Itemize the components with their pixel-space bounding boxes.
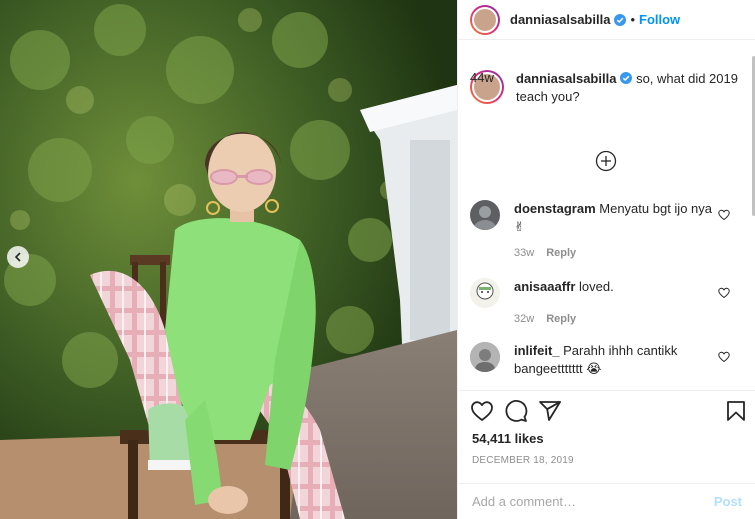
post-photo[interactable] (0, 0, 457, 519)
comment-time[interactable]: 32w (514, 313, 534, 325)
comment-item: doenstagram Menyatu bgt ijo nya ✌ 33w Rep… (470, 200, 746, 262)
comment-time[interactable]: 33w (514, 247, 534, 259)
likes-count[interactable]: 54,411 likes (472, 431, 544, 446)
commenter-username[interactable]: doenstagram (514, 201, 596, 216)
commenter-avatar[interactable] (470, 342, 500, 372)
reply-button[interactable]: Reply (546, 313, 576, 325)
bookmark-icon[interactable] (724, 399, 748, 423)
instagram-post-modal: danniasalsabilla • Follow danniasalsabil… (0, 0, 755, 519)
chevron-left-icon (15, 252, 21, 262)
comment-input[interactable] (472, 494, 714, 509)
post-actions: 54,411 likes DECEMBER 18, 2019 (458, 390, 755, 466)
heart-icon[interactable] (718, 209, 730, 221)
separator-dot: • (630, 12, 635, 27)
commenter-username[interactable]: inlifeit_ (514, 343, 560, 358)
post-date[interactable]: DECEMBER 18, 2019 (472, 455, 574, 466)
commenter-avatar[interactable] (470, 200, 500, 230)
carousel-prev-button[interactable] (7, 246, 29, 268)
comment-text: loved. (579, 279, 614, 294)
heart-icon[interactable] (718, 287, 730, 299)
comment-item: inlifeit_ Parahh ihhh cantikk bangeetttt… (470, 342, 746, 378)
commenter-username[interactable]: anisaaaffr (514, 279, 575, 294)
heart-icon[interactable] (470, 399, 494, 423)
photo-image (0, 0, 457, 519)
post-side-panel: danniasalsabilla • Follow danniasalsabil… (457, 0, 755, 519)
caption-timestamp[interactable]: 44w (470, 70, 746, 85)
reply-button[interactable]: Reply (546, 247, 576, 259)
author-username[interactable]: danniasalsabilla (510, 12, 610, 27)
heart-icon[interactable] (718, 351, 730, 363)
author-avatar[interactable] (470, 4, 500, 35)
share-icon[interactable] (538, 399, 562, 423)
commenter-avatar[interactable] (470, 278, 500, 308)
comments-list[interactable]: danniasalsabilla so, what did 2019 teach… (458, 56, 755, 388)
follow-button[interactable]: Follow (639, 12, 680, 27)
post-comment-button[interactable]: Post (714, 494, 742, 509)
plus-circle-icon[interactable] (595, 150, 617, 172)
comment-icon[interactable] (504, 399, 528, 423)
comment-composer: Post (458, 483, 755, 519)
verified-badge-icon (614, 13, 627, 26)
post-header: danniasalsabilla • Follow (458, 0, 755, 40)
comment-item: anisaaaffr loved. 32w Reply (470, 278, 746, 328)
